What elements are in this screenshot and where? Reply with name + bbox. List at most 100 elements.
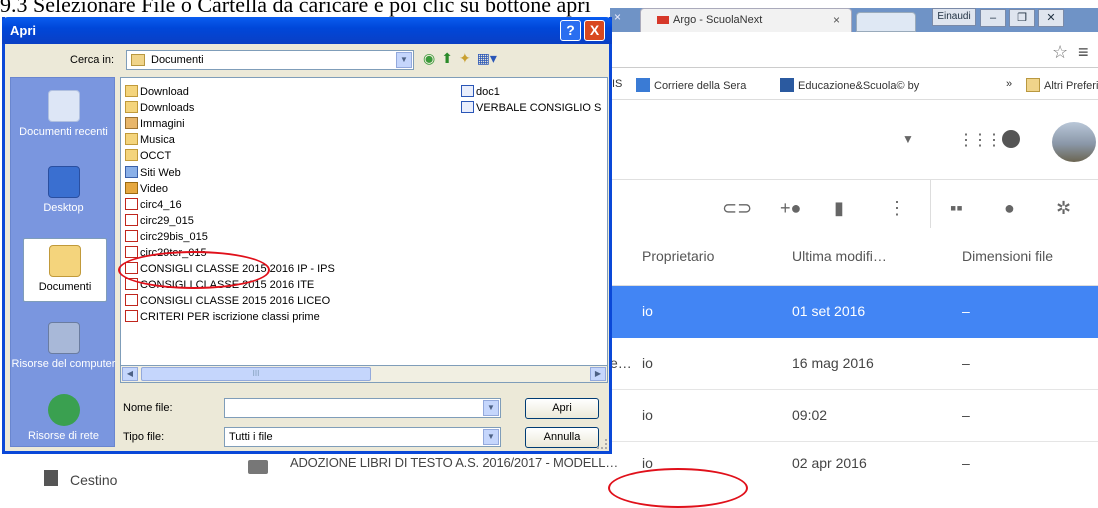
table-row[interactable]: io 01 set 2016 – [610,286,1098,338]
row-date: 16 mag 2016 [792,355,874,371]
drive-header [610,100,1098,180]
delete-icon[interactable]: ▮ [834,198,844,219]
up-folder-icon[interactable]: ⬆ [441,50,453,67]
bookmark-educazione[interactable]: Educazione&Scuola© by [780,78,919,92]
row-date: 02 apr 2016 [792,455,867,471]
column-size[interactable]: Dimensioni file [962,248,1053,264]
link-icon[interactable]: ⊂⊃ [722,198,752,219]
dialog-nav-toolbar: ◉ ⬆ ✦ ▦▾ [423,50,503,67]
folder-icon [248,460,268,474]
educazione-icon [780,78,794,92]
star-icon[interactable]: ☆ [1052,42,1068,63]
folder-file-icon [125,149,138,162]
chevron-down-icon[interactable]: ▼ [483,400,499,416]
place-my-computer[interactable]: Risorse del computer [11,322,116,371]
file-list-item[interactable]: OCCT [125,149,171,163]
bookmark-corriere[interactable]: Corriere della Sera [636,78,746,92]
file-list-item[interactable]: circ29bis_015 [125,229,208,244]
filename-label: Nome file: [123,402,173,414]
corriere-icon [636,78,650,92]
add-person-icon[interactable]: +● [780,198,801,219]
music-file-icon [125,133,138,146]
web-file-icon [125,165,138,178]
dialog-titlebar[interactable]: Apri ? X [2,17,612,44]
filetype-label: Tipo file: [123,431,165,443]
horizontal-scrollbar[interactable]: ◀ III ▶ [120,365,608,383]
column-owner[interactable]: Proprietario [642,248,714,264]
new-folder-icon[interactable]: ✦ [459,50,471,67]
highlight-ellipse [118,251,270,289]
word-file-icon [461,101,474,114]
open-button[interactable]: Apri [525,398,599,419]
place-documents[interactable]: Documenti [23,238,107,302]
bookmark-altri-preferiti[interactable]: Altri Preferit [1026,78,1098,92]
pdf-file-icon [125,213,138,226]
file-list[interactable]: Download Downloads Immagini Musica OCCT Siti … [120,77,608,377]
grid-view-icon[interactable]: ▪▪ [950,198,963,219]
file-list-item[interactable]: circ4_16 [125,197,182,212]
table-row[interactable]: e… io 16 mag 2016 – [610,338,1098,390]
more-options-icon[interactable]: ⋮ [888,198,906,219]
row-owner: io [642,407,653,423]
table-row[interactable]: io 09:02 – [610,390,1098,442]
file-list-item[interactable]: VERBALE CONSIGLIO S [461,101,601,115]
resize-grip[interactable] [597,439,607,449]
filetype-select[interactable]: Tutti i file ▼ [224,427,501,447]
hamburger-menu-icon[interactable]: ≡ [1078,42,1089,63]
row-name-fragment: e… [610,355,632,371]
bookmark-partial[interactable]: IS [612,78,622,90]
row-size: – [962,355,970,371]
place-network[interactable]: Risorse di rete [11,394,116,443]
filename-input[interactable]: ▼ [224,398,501,418]
avatar[interactable] [1052,122,1096,162]
row-size: – [962,455,970,471]
back-icon[interactable]: ◉ [423,50,435,67]
cancel-button[interactable]: Annulla [525,427,599,448]
file-list-item[interactable]: CONSIGLI CLASSE 2015 2016 LICEO [125,294,330,308]
place-desktop[interactable]: Desktop [11,166,116,215]
documents-folder-icon [49,245,81,277]
word-file-icon [461,85,474,97]
instruction-caption: 9.3 Selezionare File o Cartella da caric… [0,0,591,17]
notifications-icon[interactable] [1002,130,1020,148]
column-modified[interactable]: Ultima modifi… [792,248,887,264]
scroll-left-icon[interactable]: ◀ [122,367,138,381]
file-list-item[interactable]: Downloads [125,101,194,115]
dialog-close-button[interactable]: X [584,20,605,41]
info-icon[interactable]: ● [1004,198,1015,219]
file-list-item[interactable]: doc1 [461,85,500,99]
computer-icon [47,322,80,354]
file-name[interactable]: ADOZIONE LIBRI DI TESTO A.S. 2016/2017 -… [290,455,618,470]
help-button[interactable]: ? [560,20,581,41]
file-list-item[interactable]: Immagini [125,117,185,131]
search-dropdown-icon[interactable]: ▼ [902,132,914,146]
file-list-item[interactable]: Siti Web [125,165,181,180]
row-owner: io [642,303,653,319]
file-list-item[interactable]: circ29_015 [125,213,194,228]
look-in-select[interactable]: Documenti ▼ [126,50,414,70]
row-size: – [962,407,970,423]
file-list-item[interactable]: CRITERI PER iscrizione classi prime [125,310,320,324]
sidebar-item-trash[interactable]: Cestino [70,472,117,488]
view-menu-icon[interactable]: ▦▾ [477,50,497,67]
scroll-right-icon[interactable]: ▶ [590,367,606,381]
apps-grid-icon[interactable]: ⋮⋮⋮ [958,130,1002,150]
settings-gear-icon[interactable]: ✲ [1056,198,1071,219]
folder-icon [131,54,145,66]
place-recent-documents[interactable]: Documenti recenti [11,90,116,139]
pdf-file-icon [125,197,138,210]
file-list-item[interactable]: Musica [125,133,175,147]
row-size: – [962,303,970,319]
row-date: 09:02 [792,407,828,423]
bookmarks-more-icon[interactable]: » [1006,78,1012,90]
img-file-icon [125,117,138,130]
address-bar[interactable] [610,36,1098,68]
folder-file-icon [125,85,138,97]
chevron-down-icon[interactable]: ▼ [396,52,412,68]
row-date: 01 set 2016 [792,303,866,319]
file-list-item[interactable]: Download [125,85,189,99]
desktop-icon [47,166,80,198]
scroll-thumb[interactable]: III [141,367,371,381]
chevron-down-icon[interactable]: ▼ [483,429,499,445]
file-list-item[interactable]: Video [125,181,168,196]
